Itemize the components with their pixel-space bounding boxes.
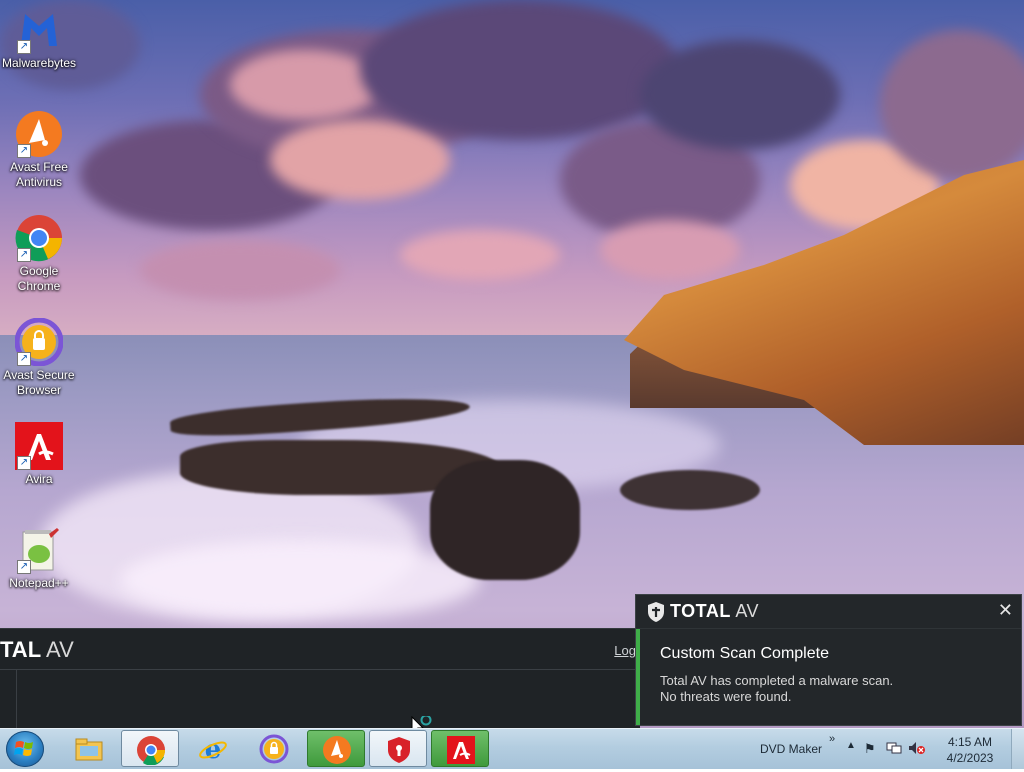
action-center-flag-icon[interactable]: ⚑	[864, 741, 876, 757]
taskbar-file-explorer[interactable]	[60, 730, 118, 767]
shortcut-arrow-icon: ↗	[17, 456, 31, 470]
avast-icon	[323, 736, 351, 764]
shortcut-arrow-icon: ↗	[17, 560, 31, 574]
dvd-maker-toolbar[interactable]: DVD Maker	[760, 742, 822, 756]
start-button[interactable]	[6, 731, 44, 767]
avast-secure-browser-icon: ↗	[14, 317, 64, 367]
toast-message: Total AV has completed a malware scan. N…	[660, 673, 893, 705]
toast-status-accent	[636, 629, 640, 725]
show-desktop-button[interactable]	[1011, 729, 1024, 769]
chrome-icon: ↗	[15, 214, 63, 262]
volume-muted-icon[interactable]	[908, 741, 926, 758]
desktop-icon-avast-secure-browser[interactable]: ↗ Avast Secure Browser	[0, 317, 78, 398]
clock-time: 4:15 AM	[947, 735, 993, 749]
desktop-icon-label: Notepad++	[9, 576, 69, 590]
toolbar-chevron-icon[interactable]: »	[829, 733, 835, 745]
close-icon[interactable]: ✕	[998, 600, 1013, 621]
network-icon[interactable]	[886, 741, 902, 758]
toast-message-line: No threats were found.	[660, 689, 792, 704]
taskbar-avira[interactable]	[431, 730, 489, 767]
shortcut-arrow-icon: ↗	[17, 40, 31, 54]
avira-icon: ↗	[15, 422, 63, 470]
taskbar-chrome[interactable]	[121, 730, 179, 767]
totalav-window-logo: TAL AV	[0, 637, 74, 662]
clock-date: 4/2/2023	[946, 751, 994, 765]
window-sidebar	[0, 670, 17, 729]
desktop-icon-malwarebytes[interactable]: ↗ Malwarebytes	[0, 6, 78, 71]
totalav-main-window: TAL AV Log	[0, 628, 640, 729]
totalav-notification-toast[interactable]: TOTAL AV ✕ Custom Scan Complete Total AV…	[635, 594, 1022, 726]
malwarebytes-icon: ↗	[15, 6, 63, 54]
desktop-icon-label: Google Chrome	[17, 264, 61, 293]
taskbar-avast[interactable]	[307, 730, 365, 767]
shield-icon	[648, 602, 664, 622]
notepad-plus-plus-icon: ↗	[15, 526, 63, 574]
desktop-icon-label: Malwarebytes	[1, 56, 77, 70]
toast-header: TOTAL AV ✕	[636, 595, 1021, 629]
toast-message-line: Total AV has completed a malware scan.	[660, 673, 894, 688]
desktop-icon-label: Avira	[25, 472, 53, 486]
shortcut-arrow-icon: ↗	[17, 352, 31, 366]
desktop-icon-notepad-plus-plus[interactable]: ↗ Notepad++	[0, 526, 78, 591]
internet-explorer-icon: e	[199, 735, 227, 764]
taskbar-avast-secure-browser[interactable]	[245, 730, 303, 767]
window-divider	[0, 669, 640, 670]
toast-title: Custom Scan Complete	[660, 645, 829, 662]
desktop-icon-avira[interactable]: ↗ Avira	[0, 422, 78, 487]
file-explorer-icon	[75, 738, 103, 761]
desktop-icon-google-chrome[interactable]: ↗ Google Chrome	[0, 214, 78, 294]
totalav-icon	[388, 737, 410, 763]
taskbar-totalav[interactable]	[369, 730, 427, 767]
desktop-icon-label: Avast Secure Browser	[3, 368, 75, 397]
chrome-icon	[137, 736, 166, 765]
shortcut-arrow-icon: ↗	[17, 248, 31, 262]
show-hidden-icons-icon[interactable]: ▲	[846, 740, 856, 751]
taskbar: e DVD Maker » ▲ ⚑ 4:15 AM 4/2/2023	[0, 728, 1024, 769]
desktop-icon-label: Avast Free Antivirus	[10, 160, 68, 189]
svg-text:e: e	[205, 735, 222, 764]
avira-icon	[447, 736, 475, 764]
system-tray: DVD Maker » ▲ ⚑ 4:15 AM 4/2/2023	[744, 729, 1024, 769]
login-link[interactable]: Log	[614, 643, 636, 658]
clock[interactable]: 4:15 AM 4/2/2023	[936, 734, 1004, 766]
shortcut-arrow-icon: ↗	[17, 144, 31, 158]
taskbar-internet-explorer[interactable]: e	[184, 730, 242, 767]
desktop-icon-avast-free-antivirus[interactable]: ↗ Avast Free Antivirus	[0, 110, 78, 190]
windows-logo-icon	[14, 741, 33, 756]
avast-icon: ↗	[15, 110, 63, 158]
totalav-logo: TOTAL AV	[670, 601, 760, 621]
avast-secure-browser-icon	[259, 734, 289, 764]
